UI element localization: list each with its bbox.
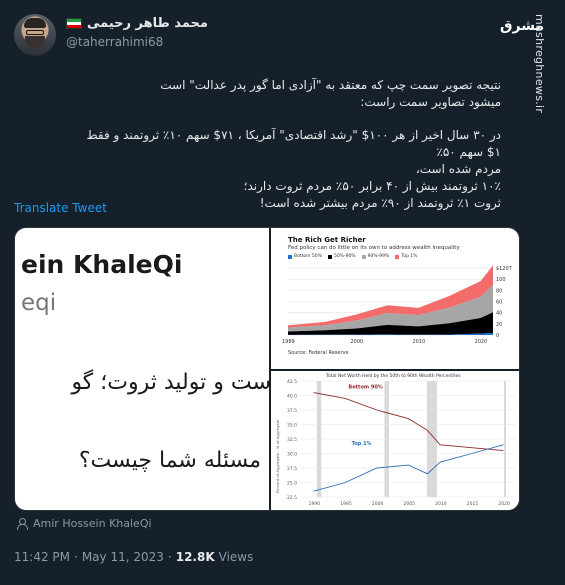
tweet-line: ۱۰٪ ثروتمند بیش از ۴۰ برابر ۵۰٪ مردم ثرو…	[243, 179, 501, 193]
tweet-line: نتیجه تصویر سمت چپ که معتقد به "آزادی ام…	[160, 78, 501, 92]
tweet-line: میشود تصاویر سمت راست:	[360, 95, 501, 109]
media-image-line-chart[interactable]: Total Net Worth Held by the 50th to 90th…	[271, 371, 519, 510]
user-icon	[16, 518, 28, 530]
x-tick-label: 2020	[475, 339, 488, 345]
watermark-site: mashreghnews.ir	[533, 14, 546, 114]
x-tick-label: 2005	[404, 501, 416, 507]
y-tick-label: 20	[496, 322, 502, 328]
legend-label: 90%-99%	[367, 254, 390, 259]
legend-item: Bottom 50%	[288, 254, 322, 259]
legend-label: Bottom 50%	[294, 254, 322, 259]
y-tick-label: $120T	[496, 266, 513, 272]
y-tick-label: 42.5	[287, 379, 297, 385]
screenshot-text-line: مسئله شما چیست؟	[78, 448, 261, 473]
x-tick-label: 2000	[350, 339, 363, 345]
views-label: Views	[218, 550, 254, 564]
legend-swatch	[327, 254, 332, 259]
meta-separator: ·	[167, 550, 172, 564]
tweet-view: محمد طاهر رحیمی @taherrahimi68 مشرق mash…	[0, 0, 565, 585]
line-chart-svg: Total Net Worth Held by the 50th to 90th…	[271, 371, 519, 510]
y-tick-label: 40	[496, 311, 502, 317]
avatar-hair	[24, 18, 46, 28]
tweet-meta: 11:42 PM · May 11, 2023 · 12.8K Views	[14, 550, 253, 564]
avatar-beard	[25, 36, 45, 48]
author-name-row[interactable]: محمد طاهر رحیمی	[66, 16, 208, 31]
attribution-name[interactable]: Amir Hossein KhaleQi	[33, 517, 152, 530]
y-tick-label: 80	[496, 288, 502, 294]
y-tick-label: 60	[496, 300, 502, 306]
author-display-name[interactable]: محمد طاهر رحیمی	[87, 16, 208, 31]
y-tick-label: 0	[496, 333, 499, 339]
media-attribution[interactable]: Amir Hossein KhaleQi	[16, 517, 152, 530]
tweet-media[interactable]: ein KhaleQi eqi است و تولید ثروت؛ گو مسئ…	[14, 227, 520, 511]
x-tick-label: 1990	[309, 501, 321, 507]
tweet-text-intro: نتیجه تصویر سمت چپ که معتقد به "آزادی ام…	[71, 77, 501, 111]
media-image-area-chart[interactable]: $120T 100 80 60 40 20 0 1989 2000 2010 2020 The Ri…	[271, 228, 519, 369]
legend-item: Top 1%	[395, 254, 417, 259]
legend-swatch	[395, 254, 400, 259]
y-tick-label: 25.0	[287, 481, 297, 487]
legend-item: 90%-99%	[361, 254, 390, 259]
chart-subtitle: Fed policy can do little on its own to a…	[288, 245, 460, 251]
tweet-date[interactable]: May 11, 2023	[82, 550, 164, 564]
x-tick-label: 2015	[467, 501, 479, 507]
legend-swatch	[361, 254, 366, 259]
tweet-line: در ۳۰ سال اخیر از هر ۱۰۰$ "رشد اقتصادی" …	[86, 128, 502, 159]
chart-title: Total Net Worth Held by the 50th to 90th…	[325, 373, 461, 379]
x-tick-label: 2010	[435, 501, 447, 507]
y-tick-label: 100	[496, 277, 506, 283]
y-tick-label: 40.0	[287, 394, 297, 400]
y-tick-label: 32.5	[287, 437, 297, 443]
tweet-time[interactable]: 11:42 PM	[14, 550, 70, 564]
chart-title: The Rich Get Richer	[288, 236, 366, 244]
series-label-bottom90: Bottom 90%	[348, 385, 382, 391]
x-tick-label: 1995	[340, 501, 352, 507]
y-tick-label: 30.0	[287, 452, 297, 458]
legend-label: 50%-90%	[333, 254, 356, 259]
x-tick-label: 2010	[412, 339, 425, 345]
y-tick-label: 35.0	[287, 423, 297, 429]
avatar-glasses	[26, 30, 44, 35]
y-tick-label: 27.5	[287, 466, 297, 472]
y-tick-label: 37.5	[287, 408, 297, 414]
screenshot-text-line: است و تولید ثروت؛ گو	[71, 370, 269, 395]
author-handle[interactable]: @taherrahimi68	[66, 35, 163, 49]
legend-label: Top 1%	[401, 254, 418, 259]
tweet-line: ثروت ۱٪ ثروتمند از ۹۰٪ مردم بیشتر شده اس…	[259, 196, 501, 210]
legend-item: 50%-90%	[327, 254, 356, 259]
chart-background	[271, 371, 519, 510]
x-tick-label: 2020	[498, 501, 510, 507]
chart-legend: Bottom 50% 50%-90% 90%-99% Top 1%	[288, 254, 417, 259]
chart-source: Source: Federal Reserve	[288, 350, 349, 356]
screenshot-handle: eqi	[21, 290, 57, 316]
translate-tweet-link[interactable]: Translate Tweet	[14, 201, 107, 215]
x-tick-label: 1989	[282, 339, 295, 345]
series-label-top1: Top 1%	[352, 441, 372, 447]
tweet-text-body: در ۳۰ سال اخیر از هر ۱۰۰$ "رشد اقتصادی" …	[71, 127, 502, 212]
x-tick-label: 2000	[372, 501, 384, 507]
y-axis-label: Percent of Aggregate - % of Aggregate	[275, 419, 280, 493]
views-count[interactable]: 12.8K	[176, 550, 215, 564]
y-tick-label: 22.5	[287, 495, 297, 501]
iran-flag-icon	[66, 18, 82, 29]
meta-separator: ·	[74, 550, 78, 564]
tweet-line: مردم شده است،	[415, 162, 501, 176]
legend-swatch	[288, 254, 292, 259]
avatar[interactable]	[14, 14, 56, 56]
media-image-left[interactable]: ein KhaleQi eqi است و تولید ثروت؛ گو مسئ…	[15, 228, 269, 510]
screenshot-name: ein KhaleQi	[21, 250, 183, 279]
